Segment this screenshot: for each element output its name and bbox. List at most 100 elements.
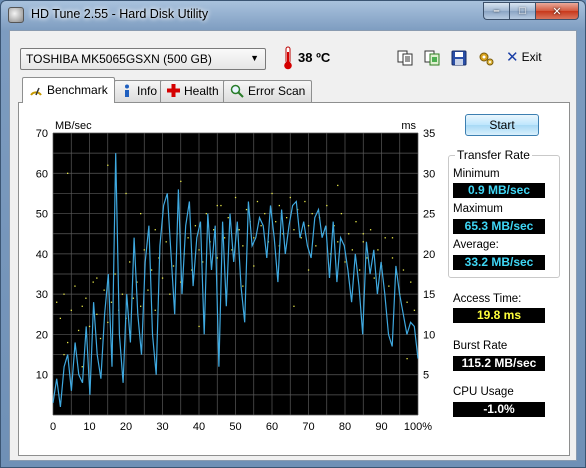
access-time-point — [99, 337, 102, 340]
access-time-point — [56, 301, 58, 303]
copy-text-icon[interactable] — [395, 48, 415, 68]
x-tick-label: 70 — [302, 421, 314, 433]
access-time-point — [234, 196, 237, 199]
access-time-point — [256, 200, 259, 203]
window-title: HD Tune 2.55 - Hard Disk Utility — [31, 7, 209, 21]
tab-health[interactable]: Health — [160, 80, 226, 102]
access-time-point — [406, 301, 408, 303]
average-value: 33.2 MB/sec — [453, 255, 545, 270]
maximum-label: Maximum — [453, 203, 503, 215]
benchmark-chart: 7060504030201035302520151050 10 20 30 40 50 60… — [36, 120, 436, 433]
access-time-point — [140, 305, 142, 307]
app-icon — [8, 7, 24, 23]
caption-buttons: – □ ✕ — [483, 2, 579, 20]
access-time-point — [63, 353, 65, 356]
access-time-point — [92, 281, 94, 283]
access-time-point — [96, 313, 98, 315]
access-time-point — [238, 229, 240, 231]
access-time-point — [242, 285, 244, 287]
maximum-value: 65.3 MB/sec — [453, 219, 545, 234]
start-button-label: Start — [489, 118, 515, 132]
thermometer-icon — [284, 46, 292, 70]
access-time-point — [110, 301, 113, 303]
tab-benchmark-label: Benchmark — [47, 83, 108, 97]
transfer-rate-title: Transfer Rate — [455, 148, 532, 162]
access-time-point — [147, 289, 149, 291]
access-time-point — [187, 237, 189, 239]
title-bar[interactable]: HD Tune 2.55 - Hard Disk Utility – □ ✕ — [1, 1, 585, 29]
start-button[interactable]: Start — [465, 114, 539, 136]
access-time-point — [125, 192, 127, 195]
access-time-point — [406, 358, 408, 360]
minimize-button[interactable]: – — [483, 2, 509, 20]
access-time-point — [216, 257, 218, 259]
access-time-point — [362, 241, 364, 243]
tab-benchmark[interactable]: Benchmark — [22, 77, 115, 103]
y-tick-label-right: 35 — [423, 128, 435, 140]
x-tick-label: 60 — [266, 421, 278, 433]
access-time-point — [337, 184, 339, 187]
app-window: HD Tune 2.55 - Hard Disk Utility – □ ✕ T… — [0, 0, 586, 468]
tab-info[interactable]: Info — [114, 80, 165, 102]
access-time-point — [275, 221, 277, 223]
access-time-point — [161, 277, 164, 279]
access-time-point — [81, 305, 83, 307]
tab-error-scan[interactable]: Error Scan — [223, 80, 313, 102]
access-time-label: Access Time: — [453, 293, 522, 305]
access-time-point — [169, 293, 171, 295]
y-tick-label-right: 10 — [423, 329, 435, 341]
access-time-point — [154, 309, 156, 311]
access-time-point — [402, 269, 405, 271]
access-time-point — [143, 249, 145, 251]
access-time-point — [337, 241, 339, 243]
access-time-point — [81, 366, 83, 368]
access-time-point — [384, 237, 386, 239]
access-time-point — [213, 229, 215, 231]
y-axis-label-right: ms — [401, 120, 416, 132]
burst-rate-label: Burst Rate — [453, 340, 508, 352]
access-time-point — [107, 321, 109, 324]
close-icon: ✕ — [552, 5, 562, 18]
access-time-point — [140, 212, 142, 215]
y-tick-label-right: 15 — [423, 289, 435, 301]
access-time-point — [180, 180, 182, 183]
minimum-label: Minimum — [453, 168, 500, 180]
access-time-point — [373, 277, 375, 279]
access-time-point — [198, 325, 200, 328]
access-time-point — [377, 249, 379, 251]
access-time-value: 19.8 ms — [453, 308, 545, 323]
options-icon[interactable] — [476, 48, 496, 68]
tab-info-label: Info — [137, 84, 158, 98]
y-tick-label-left: 40 — [36, 249, 48, 261]
minimize-icon: – — [493, 5, 500, 17]
exit-icon: ✕ — [506, 49, 519, 66]
close-button[interactable]: ✕ — [535, 2, 579, 20]
y-tick-label-left: 20 — [36, 329, 48, 341]
y-tick-label-right: 5 — [423, 370, 429, 382]
burst-rate-value: 115.2 MB/sec — [453, 356, 545, 371]
save-icon[interactable] — [449, 48, 469, 68]
access-time-point — [326, 204, 328, 207]
x-tick-label: 80 — [339, 421, 351, 433]
access-time-point — [391, 237, 394, 239]
access-time-point — [67, 341, 69, 344]
access-time-point — [348, 233, 350, 235]
copy-screenshot-icon[interactable] — [422, 48, 442, 68]
drive-select[interactable]: TOSHIBA MK5065GSXN (500 GB) ▼ — [20, 48, 266, 70]
chevron-down-icon: ▼ — [250, 53, 259, 63]
access-time-point — [172, 265, 175, 267]
exit-button[interactable]: ✕ Exit — [506, 48, 542, 66]
y-tick-label-left: 30 — [36, 289, 48, 301]
access-time-point — [132, 297, 134, 299]
access-time-point — [340, 212, 343, 215]
access-time-point — [205, 212, 207, 215]
access-time-point — [355, 221, 357, 223]
y-tick-label-left: 10 — [36, 370, 48, 382]
x-tick-label: 40 — [193, 421, 205, 433]
maximize-button[interactable]: □ — [509, 2, 535, 20]
y-tick-label-right: 20 — [423, 249, 435, 261]
exit-label: Exit — [521, 50, 542, 64]
access-time-point — [304, 200, 306, 203]
drive-select-value: TOSHIBA MK5065GSXN (500 GB) — [26, 52, 212, 66]
access-time-point — [114, 273, 116, 275]
